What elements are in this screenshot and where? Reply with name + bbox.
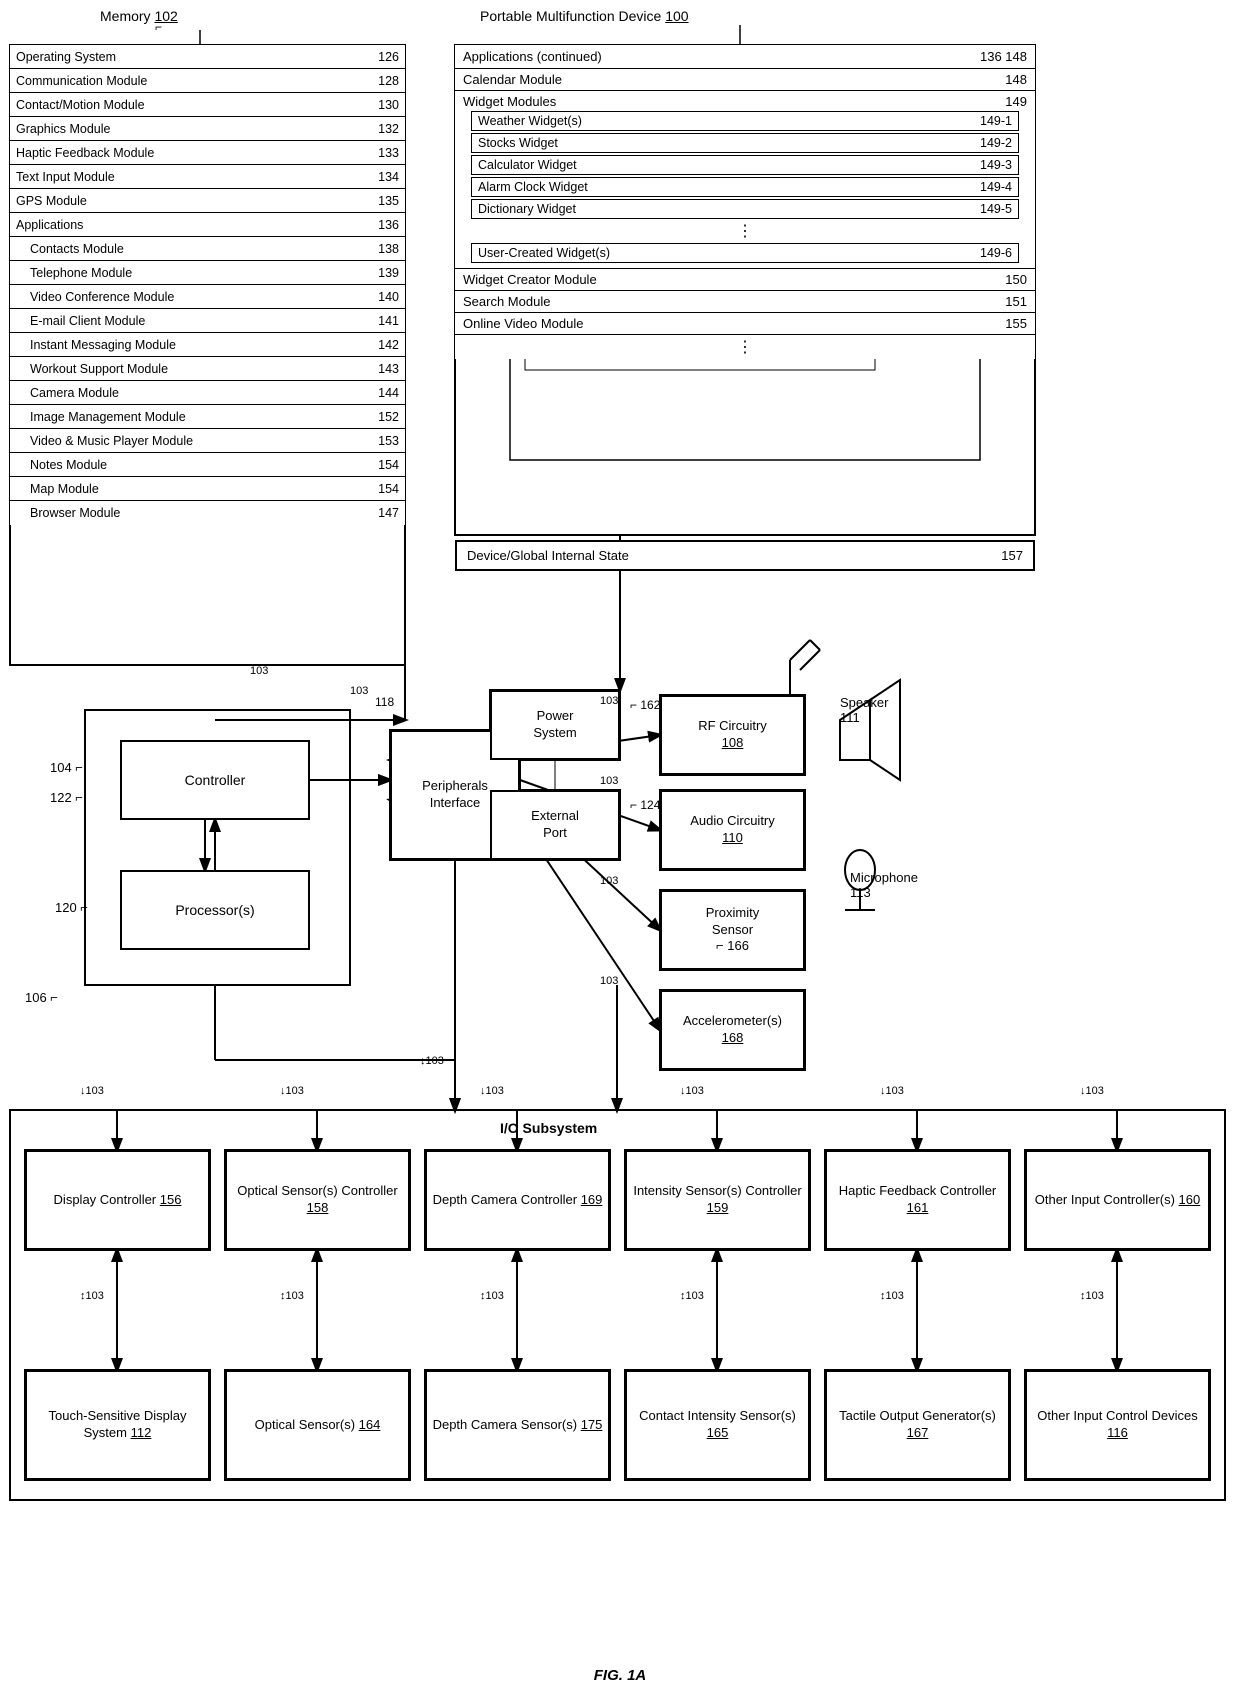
bus-label-1: ↕103	[80, 1290, 104, 1302]
memory-row-graphics: Graphics Module 132	[10, 117, 405, 141]
weather-widget-label: Weather Widget(s)	[478, 114, 582, 128]
proximity-box: Proximity Sensor ⌐ 166	[660, 890, 805, 970]
memory-row-gps: GPS Module 135	[10, 189, 405, 213]
fig-caption: FIG. 1A	[0, 1667, 1240, 1684]
apps-continued-label: Applications (continued)	[463, 49, 602, 64]
bus-label-6: ↕103	[1080, 1290, 1104, 1302]
calculator-widget-label: Calculator Widget	[478, 158, 577, 172]
bus-103-ctrl: 103	[350, 685, 368, 697]
search-module-label: Search Module	[463, 294, 550, 309]
stocks-widget-label: Stocks Widget	[478, 136, 558, 150]
depth-camera-sensor-box: Depth Camera Sensor(s) 175	[425, 1370, 610, 1480]
widget-modules-label: Widget Modules	[463, 94, 556, 109]
bus-label-5: ↕103	[880, 1290, 904, 1302]
ref-122: 122 ⌐	[50, 790, 83, 805]
memory-row-comm: Communication Module 128	[10, 69, 405, 93]
processor-box: Processor(s)	[120, 870, 310, 950]
bus-103-top-4: ↓103	[680, 1085, 704, 1097]
optical-sensor-box: Optical Sensor(s) 164	[225, 1370, 410, 1480]
rf-box: RF Circuitry 108	[660, 695, 805, 775]
memory-row-map: Map Module 154	[10, 477, 405, 501]
tactile-output-box: Tactile Output Generator(s) 167	[825, 1370, 1010, 1480]
other-input-devices-box: Other Input Control Devices 116	[1025, 1370, 1210, 1480]
bus-label-2: ↕103	[280, 1290, 304, 1302]
contact-intensity-sensor-box: Contact Intensity Sensor(s) 165	[625, 1370, 810, 1480]
memory-box: Operating System 126 Communication Modul…	[10, 45, 405, 525]
memory-row-telephone: Telephone Module 139	[10, 261, 405, 285]
bus-103-top-3: ↓103	[480, 1085, 504, 1097]
optical-controller-box: Optical Sensor(s) Controller 158	[225, 1150, 410, 1250]
bus-label-3: ↕103	[480, 1290, 504, 1302]
bus-103-mem: 103	[250, 665, 268, 677]
bus-103-top-5: ↓103	[880, 1085, 904, 1097]
device-state-label: Device/Global Internal State	[467, 548, 629, 563]
microphone-label: Microphone113	[850, 870, 918, 900]
bus-103-peri-rf: 103	[600, 695, 618, 707]
memory-row-video-music: Video & Music Player Module 153	[10, 429, 405, 453]
ref-106: 106 ⌐	[25, 990, 58, 1005]
haptic-controller-box: Haptic Feedback Controller 161	[825, 1150, 1010, 1250]
bus-103-top-2: ↓103	[280, 1085, 304, 1097]
memory-row-contact: Contact/Motion Module 130	[10, 93, 405, 117]
ref-104: 104 ⌐	[50, 760, 83, 775]
io-subsystem-label: I/O Subsystem	[500, 1120, 597, 1136]
alarm-widget-label: Alarm Clock Widget	[478, 180, 588, 194]
bus-103-down: ↓103	[420, 1055, 444, 1067]
other-controller-box: Other Input Controller(s) 160	[1025, 1150, 1210, 1250]
memory-row-apps: Applications 136	[10, 213, 405, 237]
memory-row-browser: Browser Module 147	[10, 501, 405, 525]
memory-row-videoconf: Video Conference Module 140	[10, 285, 405, 309]
ref-124: ⌐ 124	[630, 798, 660, 812]
memory-row-im: Instant Messaging Module 142	[10, 333, 405, 357]
pmd-label: Portable Multifunction Device 100	[480, 8, 689, 24]
depth-camera-controller-box: Depth Camera Controller 169	[425, 1150, 610, 1250]
external-port-box: External Port	[490, 790, 620, 860]
memory-label: Memory 102	[100, 8, 178, 24]
widget-creator-label: Widget Creator Module	[463, 272, 597, 287]
diagram-container: Memory 102 ⌐ Portable Multifunction Devi…	[0, 0, 1240, 1694]
bus-103-peri-audio: 103	[600, 775, 618, 787]
online-video-label: Online Video Module	[463, 316, 583, 331]
memory-row-notes: Notes Module 154	[10, 453, 405, 477]
user-widget-label: User-Created Widget(s)	[478, 246, 610, 260]
memory-row-os: Operating System 126	[10, 45, 405, 69]
memory-row-contacts: Contacts Module 138	[10, 237, 405, 261]
memory-row-haptic: Haptic Feedback Module 133	[10, 141, 405, 165]
controller-box: Controller	[120, 740, 310, 820]
memory-row-workout: Workout Support Module 143	[10, 357, 405, 381]
accelerometer-box: Accelerometer(s) 168	[660, 990, 805, 1070]
audio-box: Audio Circuitry 110	[660, 790, 805, 870]
calendar-module-label: Calendar Module	[463, 72, 562, 87]
bus-103-peri-acc: 103	[600, 975, 618, 987]
bus-103-top-1: ↓103	[80, 1085, 104, 1097]
bus-103-peri-prox: 103	[600, 875, 618, 887]
display-controller-box: Display Controller 156	[25, 1150, 210, 1250]
bus-103-top-6: ↓103	[1080, 1085, 1104, 1097]
dictionary-widget-label: Dictionary Widget	[478, 202, 576, 216]
memory-row-camera: Camera Module 144	[10, 381, 405, 405]
intensity-controller-box: Intensity Sensor(s) Controller 159	[625, 1150, 810, 1250]
memory-row-text-input: Text Input Module 134	[10, 165, 405, 189]
bus-label-4: ↕103	[680, 1290, 704, 1302]
memory-arrow-label: ⌐	[155, 20, 162, 34]
speaker-label: Speaker111	[840, 695, 888, 725]
memory-row-image: Image Management Module 152	[10, 405, 405, 429]
device-state-box: Device/Global Internal State 157	[455, 540, 1035, 571]
ref-120: 120 ⌐	[55, 900, 88, 915]
ref-118: 118	[375, 695, 394, 709]
memory-row-email: E-mail Client Module 141	[10, 309, 405, 333]
touch-display-box: Touch-Sensitive Display System 112	[25, 1370, 210, 1480]
ref-162: ⌐ 162	[630, 698, 660, 712]
pmd-box: Applications (continued) 136 148 Calenda…	[455, 45, 1035, 359]
